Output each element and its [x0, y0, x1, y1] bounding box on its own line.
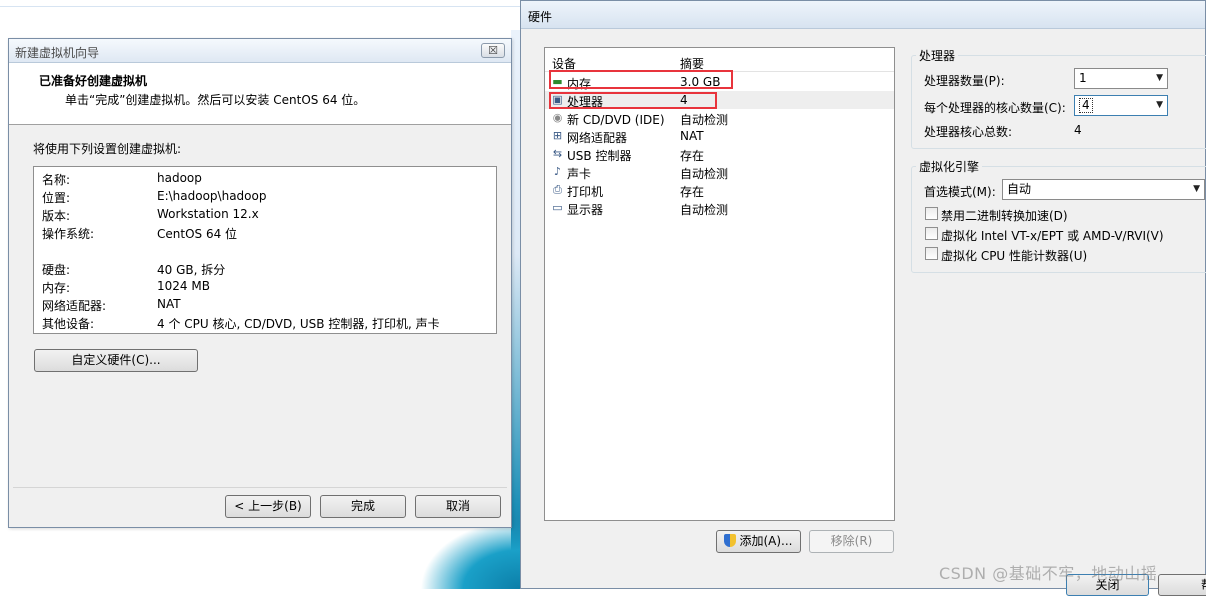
device-name: USB 控制器: [567, 149, 632, 163]
total-cores-label: 处理器核心总数:: [924, 125, 1013, 139]
footer-divider: [13, 487, 507, 488]
highlight-box-processor: [549, 92, 717, 109]
customize-hardware-button[interactable]: 自定义硬件(C)...: [34, 349, 198, 372]
processor-count-select[interactable]: 1 ▼: [1074, 68, 1168, 89]
total-cores-value: 4: [1074, 123, 1082, 137]
display-icon: ▭: [552, 201, 563, 214]
preferred-mode-label: 首选模式(M):: [924, 185, 996, 199]
sound-card-icon: ♪: [553, 165, 562, 178]
background-decoration: [420, 520, 520, 589]
settings-summary-box: 名称: hadoop 位置: E:\hadoop\hadoop 版本: Work…: [33, 166, 497, 334]
device-row-printer[interactable]: ⎙ 打印机 存在: [545, 181, 894, 199]
device-name: 打印机: [567, 185, 604, 199]
processor-count-label: 处理器数量(P):: [924, 74, 1005, 88]
highlight-box-memory: [549, 70, 733, 89]
device-summary: 自动检测: [680, 167, 729, 181]
csdn-watermark: CSDN @基础不牢，地动山摇: [939, 564, 1158, 583]
summary-key: 内存:: [42, 281, 71, 295]
add-button-label: 添加(A)...: [739, 534, 793, 548]
wizard-heading: 已准备好创建虚拟机: [39, 74, 148, 88]
summary-value: 1024 MB: [157, 279, 210, 293]
printer-icon: ⎙: [553, 183, 562, 196]
wizard-subheading: 单击“完成”创建虚拟机。然后可以安装 CentOS 64 位。: [65, 93, 366, 107]
preferred-mode-value: 自动: [1007, 182, 1032, 196]
hardware-title: 硬件: [528, 10, 553, 24]
device-summary: NAT: [680, 129, 704, 143]
device-row-usb[interactable]: ⇆ USB 控制器 存在: [545, 145, 894, 163]
device-summary: 存在: [680, 149, 705, 163]
summary-value: E:\hadoop\hadoop: [157, 189, 267, 203]
finish-button[interactable]: 完成: [320, 495, 406, 518]
summary-key: 操作系统:: [42, 227, 95, 241]
device-row-display[interactable]: ▭ 显示器 自动检测: [545, 199, 894, 217]
virtualize-intel-vtx-label: 虚拟化 Intel VT-x/EPT 或 AMD-V/RVI(V): [941, 229, 1164, 243]
virtualization-group-label: 虚拟化引擎: [916, 158, 983, 175]
device-row-cd-dvd[interactable]: ◉ 新 CD/DVD (IDE) 自动检测: [545, 109, 894, 127]
summary-value: NAT: [157, 297, 181, 311]
cancel-button[interactable]: 取消: [415, 495, 501, 518]
device-name: 网络适配器: [567, 131, 628, 145]
new-vm-wizard-dialog: 新建虚拟机向导 ☒ 已准备好创建虚拟机 单击“完成”创建虚拟机。然后可以安装 C…: [8, 38, 512, 528]
summary-key: 版本:: [42, 209, 71, 223]
virtualize-intel-vtx-checkbox[interactable]: [925, 227, 938, 240]
close-icon[interactable]: ☒: [481, 43, 505, 58]
cores-per-processor-label: 每个处理器的核心数量(C):: [924, 101, 1066, 115]
device-list[interactable]: 设备 摘要 ▬ 内存 3.0 GB ▣ 处理器 4 ◉ 新 CD/DVD (ID…: [544, 47, 895, 521]
shield-icon: [724, 534, 737, 547]
processor-count-value: 1: [1079, 71, 1087, 85]
background-title-line: [0, 6, 522, 7]
device-summary: 自动检测: [680, 203, 729, 217]
device-name: 新 CD/DVD (IDE): [567, 113, 665, 127]
chevron-down-icon: ▼: [1193, 184, 1200, 194]
device-row-sound[interactable]: ♪ 声卡 自动检测: [545, 163, 894, 181]
wizard-title-bar: 新建虚拟机向导 ☒: [9, 39, 511, 63]
cores-per-processor-select[interactable]: 4 ▼: [1074, 95, 1168, 116]
hardware-dialog: 硬件 设备 摘要 ▬ 内存 3.0 GB ▣ 处理器 4 ◉ 新 CD/DVD …: [520, 0, 1206, 596]
add-device-button[interactable]: 添加(A)...: [716, 530, 801, 553]
processor-group-label: 处理器: [916, 47, 959, 64]
summary-key: 网络适配器:: [42, 299, 107, 313]
preferred-mode-select[interactable]: 自动 ▼: [1002, 179, 1205, 200]
summary-key: 硬盘:: [42, 263, 71, 277]
back-button[interactable]: < 上一步(B): [225, 495, 311, 518]
help-button[interactable]: 帮助: [1158, 574, 1206, 596]
summary-key: 位置:: [42, 191, 71, 205]
usb-icon: ⇆: [552, 147, 563, 160]
chevron-down-icon: ▼: [1156, 73, 1163, 83]
device-row-network[interactable]: ⊞ 网络适配器 NAT: [545, 127, 894, 145]
disable-binary-translation-checkbox[interactable]: [925, 207, 938, 220]
device-name: 显示器: [567, 203, 604, 217]
virtualize-cpu-counters-checkbox[interactable]: [925, 247, 938, 260]
summary-key: 名称:: [42, 173, 71, 187]
wizard-header: 已准备好创建虚拟机 单击“完成”创建虚拟机。然后可以安装 CentOS 64 位…: [9, 63, 511, 125]
wizard-title: 新建虚拟机向导: [15, 46, 100, 60]
cores-per-processor-value: 4: [1079, 98, 1093, 113]
hardware-title-bar: 硬件: [521, 1, 1205, 29]
chevron-down-icon: ▼: [1156, 100, 1163, 110]
summary-value: hadoop: [157, 171, 202, 185]
cd-dvd-icon: ◉: [552, 111, 563, 124]
wizard-intro-text: 将使用下列设置创建虚拟机:: [33, 142, 182, 156]
network-adapter-icon: ⊞: [552, 129, 563, 142]
summary-key: 其他设备:: [42, 317, 95, 331]
summary-value: Workstation 12.x: [157, 207, 259, 221]
summary-value: 40 GB, 拆分: [157, 263, 226, 277]
remove-device-button[interactable]: 移除(R): [809, 530, 894, 553]
disable-binary-translation-label: 禁用二进制转换加速(D): [941, 209, 1068, 223]
device-summary: 自动检测: [680, 113, 729, 127]
summary-value: 4 个 CPU 核心, CD/DVD, USB 控制器, 打印机, 声卡: [157, 317, 440, 331]
device-name: 声卡: [567, 167, 592, 181]
virtualize-cpu-counters-label: 虚拟化 CPU 性能计数器(U): [941, 249, 1088, 263]
device-summary: 存在: [680, 185, 705, 199]
summary-value: CentOS 64 位: [157, 227, 238, 241]
